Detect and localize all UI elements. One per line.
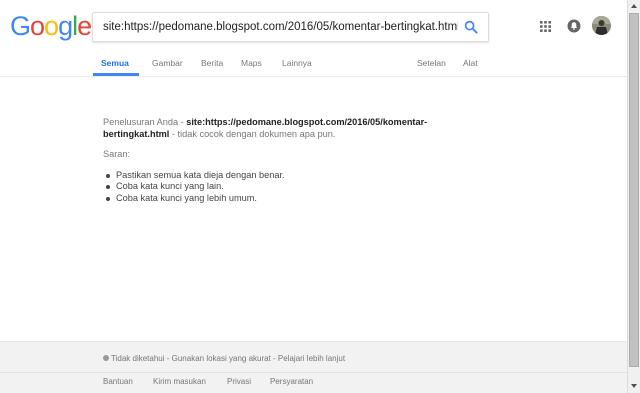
tab-maps[interactable]: Maps bbox=[241, 58, 262, 68]
logo-letter: G bbox=[10, 11, 31, 41]
search-icon[interactable] bbox=[464, 20, 478, 34]
vertical-scrollbar[interactable] bbox=[627, 0, 640, 393]
list-item: Coba kata kunci yang lain. bbox=[103, 181, 483, 193]
avatar[interactable] bbox=[592, 16, 611, 35]
no-results-message: Penelusuran Anda - site:https://pedomane… bbox=[103, 117, 483, 140]
tab-news[interactable]: Berita bbox=[201, 58, 223, 68]
no-results-suffix: - tidak cocok dengan dokumen apa pun. bbox=[169, 128, 336, 139]
learn-more-link[interactable]: Pelajari lebih lanjut bbox=[278, 354, 345, 363]
scroll-thumb[interactable] bbox=[629, 13, 639, 367]
scroll-up-button[interactable] bbox=[628, 0, 640, 13]
logo-letter: e bbox=[77, 11, 92, 41]
logo-letter: g bbox=[58, 11, 73, 41]
location-status: Tidak diketahui bbox=[111, 354, 165, 363]
search-box bbox=[92, 12, 489, 42]
location-dot-icon bbox=[103, 355, 109, 361]
tab-all[interactable]: Semua bbox=[101, 58, 129, 68]
google-logo[interactable]: Google bbox=[10, 11, 92, 41]
logo-letter: o bbox=[44, 11, 59, 41]
notifications-icon[interactable] bbox=[567, 19, 581, 33]
footer-link-help[interactable]: Bantuan bbox=[103, 377, 133, 386]
location-separator: - bbox=[164, 354, 172, 363]
suggestions-label: Saran: bbox=[103, 149, 131, 159]
suggestions-list: Pastikan semua kata dieja dengan benar. … bbox=[103, 170, 483, 205]
tab-images[interactable]: Gambar bbox=[152, 58, 183, 68]
footer-divider bbox=[0, 372, 627, 373]
footer-link-terms[interactable]: Persyaratan bbox=[270, 377, 313, 386]
tab-more[interactable]: Lainnya bbox=[282, 58, 312, 68]
no-results-prefix: Penelusuran Anda - bbox=[103, 117, 187, 127]
location-info: Tidak diketahui - Gunakan lokasi yang ak… bbox=[103, 354, 345, 363]
list-item: Pastikan semua kata dieja dengan benar. bbox=[103, 170, 483, 182]
footer-link-feedback[interactable]: Kirim masukan bbox=[153, 377, 206, 386]
list-item: Coba kata kunci yang lebih umum. bbox=[103, 193, 483, 205]
footer: Tidak diketahui - Gunakan lokasi yang ak… bbox=[0, 341, 627, 393]
search-tabs: Semua Gambar Berita Maps Lainnya Setelan… bbox=[0, 50, 627, 76]
tab-settings[interactable]: Setelan bbox=[417, 58, 446, 68]
active-tab-indicator bbox=[93, 73, 139, 76]
results-area: Penelusuran Anda - site:https://pedomane… bbox=[103, 117, 483, 204]
apps-grid-icon[interactable] bbox=[540, 21, 551, 32]
search-results-page: Google site:https://pedomane.blogspot.co… bbox=[0, 0, 627, 393]
arrow-down-icon bbox=[631, 384, 637, 388]
scroll-down-button[interactable] bbox=[628, 380, 640, 393]
search-input[interactable] bbox=[103, 18, 458, 36]
footer-link-privacy[interactable]: Privasi bbox=[227, 377, 251, 386]
arrow-up-icon bbox=[631, 4, 637, 8]
precise-location-link[interactable]: Gunakan lokasi yang akurat bbox=[172, 354, 271, 363]
logo-letter: o bbox=[30, 11, 45, 41]
header: Google site:https://pedomane.blogspot.co… bbox=[0, 0, 627, 77]
location-separator: - bbox=[270, 354, 278, 363]
tab-tools[interactable]: Alat bbox=[463, 58, 478, 68]
